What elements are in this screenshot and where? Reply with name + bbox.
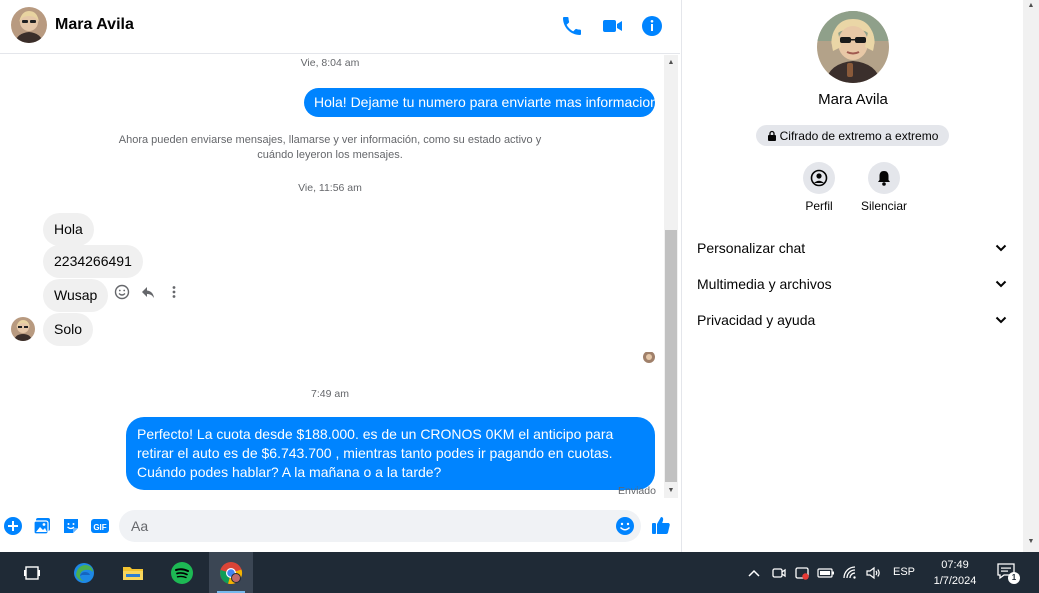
section-customize-chat[interactable]: Personalizar chat — [682, 230, 1024, 266]
folder-icon — [123, 566, 143, 580]
scroll-up-arrow[interactable]: ▲ — [664, 57, 678, 69]
taskbar-clock[interactable]: 07:49 1/7/2024 — [924, 557, 986, 589]
react-emoji-icon[interactable] — [113, 283, 131, 301]
profile-button[interactable]: Perfil — [787, 162, 851, 213]
input-language[interactable]: ESP — [893, 566, 915, 578]
chat-header: Mara Avila — [0, 0, 680, 54]
phone-call-icon[interactable] — [560, 14, 584, 38]
incoming-message[interactable]: 2234266491 — [43, 245, 143, 278]
spotify-icon — [171, 561, 193, 584]
edge-icon — [74, 562, 94, 583]
message-input[interactable] — [119, 510, 641, 542]
conversation-info-panel: Mara Avila Cifrado de extremo a extremo … — [681, 0, 1023, 552]
windows-taskbar: ESP 07:49 1/7/2024 1 — [0, 552, 1039, 593]
section-label: Privacidad y ayuda — [697, 312, 816, 328]
section-label: Personalizar chat — [697, 240, 806, 256]
chrome-icon — [220, 561, 243, 584]
section-media-files[interactable]: Multimedia y archivos — [682, 266, 1024, 302]
more-options-icon[interactable] — [165, 283, 183, 301]
section-privacy-help[interactable]: Privacidad y ayuda — [682, 302, 1024, 338]
message-thread: Vie, 8:04 am Hola! Dejame tu numero para… — [0, 55, 680, 500]
chevron-down-icon — [995, 280, 1007, 288]
sent-status: Enviado — [618, 485, 656, 497]
chevron-down-icon — [995, 316, 1007, 324]
scroll-down-arrow[interactable]: ▼ — [664, 485, 678, 497]
chat-scrollbar-thumb[interactable] — [665, 230, 677, 482]
gif-icon[interactable]: GIF — [90, 516, 110, 536]
encryption-badge[interactable]: Cifrado de extremo a extremo — [756, 125, 949, 146]
bell-icon — [878, 171, 890, 186]
profile-picture[interactable] — [817, 11, 889, 83]
message-text: Perfecto! La cuota desde $188.000. es de… — [137, 426, 614, 480]
message-composer: GIF — [0, 500, 680, 552]
video-call-icon[interactable] — [600, 14, 624, 38]
task-view-icon — [24, 565, 40, 580]
section-label: Multimedia y archivos — [697, 276, 832, 292]
message-text: 2234266491 — [54, 253, 132, 269]
add-more-icon[interactable] — [3, 516, 23, 536]
contact-avatar-small[interactable] — [11, 317, 35, 341]
seen-indicator-avatar — [643, 351, 655, 363]
page-scroll-down[interactable]: ▼ — [1023, 538, 1039, 545]
like-thumbs-up-icon[interactable] — [651, 515, 671, 535]
incoming-message[interactable]: Solo — [43, 313, 94, 346]
edge-taskbar-button[interactable] — [62, 552, 106, 593]
contact-avatar[interactable] — [11, 7, 47, 43]
mute-button-label: Silenciar — [860, 199, 908, 213]
emoji-icon[interactable] — [615, 516, 635, 536]
outgoing-message[interactable]: Hola! Dejame tu numero para enviarte mas… — [304, 88, 658, 117]
lock-icon — [767, 130, 776, 141]
page-scrollbar[interactable]: ▲ ▼ — [1023, 0, 1039, 552]
outgoing-message[interactable]: Perfecto! La cuota desde $188.000. es de… — [126, 417, 655, 490]
page-scroll-up[interactable]: ▲ — [1023, 2, 1039, 9]
clock-date: 1/7/2024 — [933, 575, 977, 587]
photo-icon[interactable] — [32, 516, 52, 536]
info-icon[interactable] — [640, 14, 664, 38]
mute-button[interactable]: Silenciar — [852, 162, 916, 213]
meet-now-icon[interactable] — [770, 564, 788, 582]
battery-icon[interactable] — [817, 564, 835, 582]
message-text: Hola — [54, 221, 83, 237]
contact-name[interactable]: Mara Avila — [55, 16, 134, 34]
encryption-label: Cifrado de extremo a extremo — [779, 128, 939, 143]
timestamp: Vie, 11:56 am — [298, 182, 362, 194]
system-message: Ahora pueden enviarse mensajes, llamarse… — [118, 134, 542, 161]
volume-icon[interactable] — [864, 564, 882, 582]
svg-text:GIF: GIF — [93, 523, 106, 532]
message-text: Solo — [54, 321, 83, 337]
chevron-down-icon — [995, 244, 1007, 252]
security-app-icon[interactable] — [793, 564, 811, 582]
file-explorer-button[interactable] — [111, 552, 155, 593]
task-view-button[interactable] — [10, 552, 54, 593]
profile-button-label: Perfil — [805, 199, 833, 213]
show-hidden-icons-chevron[interactable] — [745, 564, 763, 582]
message-actions — [113, 283, 183, 301]
profile-name: Mara Avila — [818, 91, 888, 108]
reply-icon[interactable] — [139, 283, 157, 301]
spotify-taskbar-button[interactable] — [160, 552, 204, 593]
clock-time: 07:49 — [941, 559, 969, 571]
sticker-icon[interactable] — [61, 516, 81, 536]
profile-icon — [810, 169, 828, 187]
chrome-taskbar-button[interactable] — [209, 552, 253, 593]
incoming-message[interactable]: Hola — [43, 213, 94, 246]
incoming-message[interactable]: Wusap — [43, 279, 109, 312]
timestamp: Vie, 8:04 am — [300, 57, 360, 69]
notification-center-button[interactable]: 1 — [996, 562, 1020, 584]
wifi-icon[interactable] — [841, 564, 859, 582]
timestamp: 7:49 am — [311, 388, 349, 400]
message-text: Hola! Dejame tu numero para enviarte mas… — [314, 94, 658, 110]
message-text: Wusap — [54, 287, 98, 303]
notification-count: 1 — [1008, 572, 1020, 584]
